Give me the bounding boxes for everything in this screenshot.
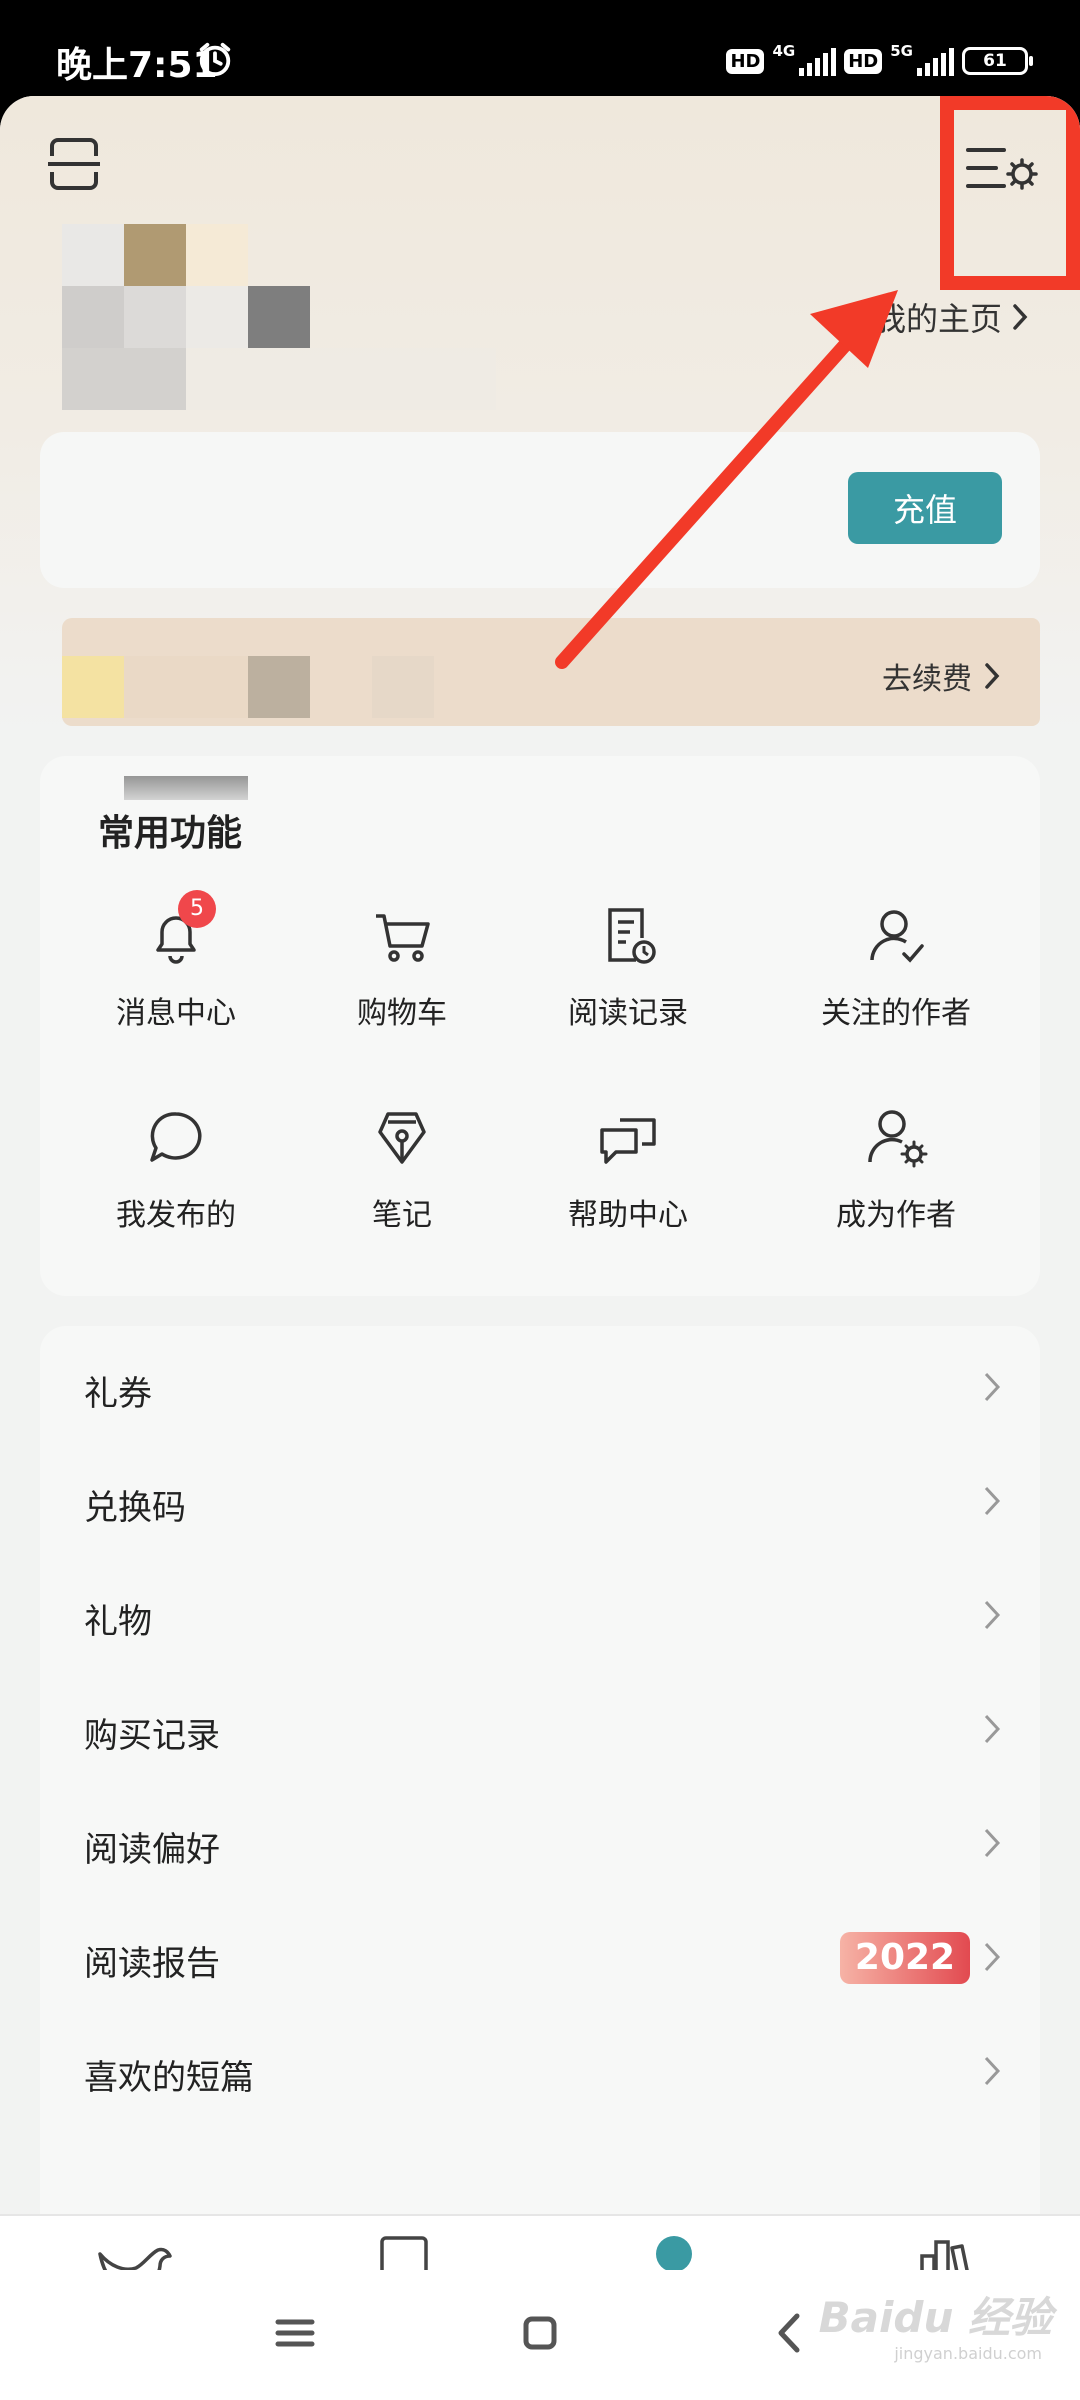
- menu-item-label: 礼券: [84, 1374, 152, 1414]
- app-screen: 我的主页 充值 去续费 常用功能 5 消息中心 购物车 阅读记录 关注的作者 我…: [0, 96, 1080, 2400]
- author-settings-icon: [868, 1110, 928, 1168]
- system-navigation-bar: Baidu 经验 jingyan.baidu.com: [0, 2270, 1080, 2400]
- func-notes[interactable]: 笔记: [292, 1106, 512, 1234]
- func-label: 成为作者: [836, 1198, 956, 1233]
- menu-item-purchase-history[interactable]: 购买记录: [40, 1672, 1040, 1786]
- year-badge: 2022: [840, 1932, 970, 1984]
- recharge-button[interactable]: 充值: [848, 472, 1002, 544]
- func-label: 阅读记录: [568, 996, 688, 1031]
- avatar-fragment: [124, 776, 248, 800]
- status-bar: 晚上7:51 HD 4G HD 5G 61: [0, 0, 1080, 96]
- status-indicators: HD 4G HD 5G 61: [726, 42, 1033, 80]
- menu-item-redeem-code[interactable]: 兑换码: [40, 1444, 1040, 1558]
- vip-banner[interactable]: 去续费: [62, 618, 1040, 726]
- func-label: 我发布的: [116, 1198, 236, 1233]
- menu-item-liked-short-stories[interactable]: 喜欢的短篇: [40, 2014, 1040, 2128]
- func-message-center[interactable]: 5 消息中心: [66, 890, 286, 1032]
- status-time: 晚上7:51: [56, 45, 218, 86]
- func-label: 消息中心: [116, 996, 236, 1031]
- pen-nib-icon: [378, 1112, 426, 1164]
- renew-label: 去续费: [882, 662, 972, 697]
- reading-history-icon: [608, 908, 656, 964]
- menu-item-label: 阅读偏好: [84, 1830, 220, 1870]
- menu-item-label: 礼物: [84, 1602, 152, 1642]
- back-nav-icon[interactable]: [765, 2308, 815, 2358]
- func-label: 笔记: [372, 1198, 432, 1233]
- my-homepage-label: 我的主页: [873, 300, 1002, 338]
- common-functions-card: 常用功能 5 消息中心 购物车 阅读记录 关注的作者 我发布的 笔记 帮助中心 …: [40, 756, 1040, 1296]
- home-nav-icon[interactable]: [515, 2308, 565, 2358]
- my-homepage-link[interactable]: 我的主页: [874, 294, 1028, 340]
- menu-item-label: 购买记录: [84, 1716, 220, 1756]
- chevron-right-icon: [984, 2056, 1001, 2086]
- func-help-center[interactable]: 帮助中心: [518, 1106, 738, 1234]
- func-followed-authors[interactable]: 关注的作者: [776, 904, 1016, 1032]
- alarm-icon: [199, 42, 231, 77]
- network-type: 5G: [890, 42, 913, 60]
- chevron-right-icon: [984, 1942, 1001, 1972]
- network-type: 4G: [772, 42, 796, 60]
- scan-icon[interactable]: [46, 136, 102, 192]
- common-functions-title: 常用功能: [98, 813, 243, 854]
- help-chat-icon: [600, 1118, 656, 1164]
- hd-badge: HD: [726, 48, 765, 74]
- menu-item-coupons[interactable]: 礼券: [40, 1330, 1040, 1444]
- battery-icon: 61: [962, 47, 1033, 75]
- menu-item-label: 喜欢的短篇: [84, 2058, 254, 2098]
- message-count-badge: 5: [178, 890, 216, 928]
- chevron-right-icon: [1013, 304, 1028, 330]
- battery-level: 61: [983, 51, 1007, 71]
- func-shopping-cart[interactable]: 购物车: [292, 904, 512, 1032]
- func-label: 关注的作者: [821, 996, 971, 1031]
- watermark-url: jingyan.baidu.com: [894, 2344, 1042, 2363]
- menu-nav-icon[interactable]: [270, 2308, 320, 2358]
- chevron-right-icon: [984, 1600, 1001, 1630]
- menu-item-label: 阅读报告: [84, 1944, 220, 1984]
- cart-icon: [376, 914, 430, 962]
- hd-badge: HD: [844, 48, 883, 74]
- signal-icon: [799, 46, 837, 76]
- func-label: 帮助中心: [568, 1198, 688, 1233]
- func-my-posts[interactable]: 我发布的: [66, 1106, 286, 1234]
- menu-item-label: 兑换码: [84, 1488, 186, 1528]
- wallet-card: 充值: [40, 432, 1040, 588]
- chevron-right-icon: [984, 1828, 1001, 1858]
- func-become-author[interactable]: 成为作者: [776, 1106, 1016, 1234]
- watermark: Baidu 经验: [818, 2293, 1052, 2342]
- renew-link[interactable]: 去续费: [882, 654, 1000, 698]
- chevron-right-icon: [984, 1486, 1001, 1516]
- chat-bubble-icon: [150, 1112, 202, 1162]
- followed-author-icon: [870, 910, 924, 963]
- func-reading-history[interactable]: 阅读记录: [518, 904, 738, 1032]
- chevron-right-icon: [985, 663, 1000, 689]
- menu-item-gifts[interactable]: 礼物: [40, 1558, 1040, 1672]
- func-label: 购物车: [357, 996, 447, 1031]
- chevron-right-icon: [984, 1714, 1001, 1744]
- signal-icon: [917, 46, 954, 76]
- menu-item-reading-report[interactable]: 阅读报告 2022: [40, 1900, 1040, 2014]
- highlight-box: [940, 96, 1080, 290]
- menu-item-reading-preference[interactable]: 阅读偏好: [40, 1786, 1040, 1900]
- chevron-right-icon: [984, 1372, 1001, 1402]
